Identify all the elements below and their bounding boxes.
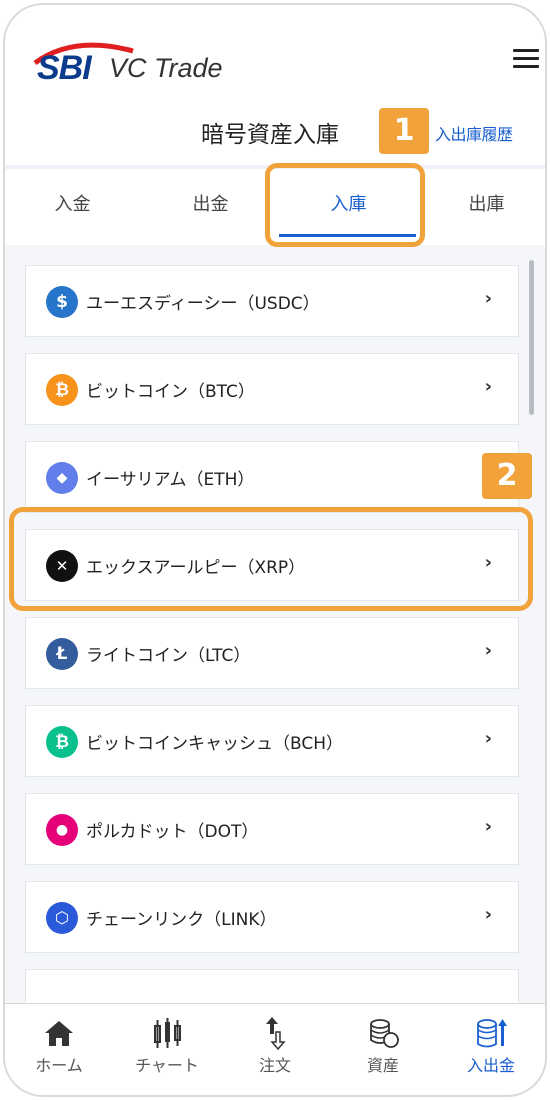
tab-deposit[interactable]: 入金 bbox=[5, 169, 140, 241]
coin-name: ビットコインキャッシュ（BCH） bbox=[86, 734, 344, 754]
list-item-link[interactable]: ⬡ チェーンリンク（LINK） › bbox=[25, 881, 519, 953]
history-link[interactable]: 入出庫履歴 bbox=[435, 121, 513, 145]
logo-vc-text: VC Trade bbox=[109, 53, 223, 83]
list-item-usdc[interactable]: $ ユーエスディーシー（USDC） › bbox=[25, 265, 519, 337]
chevron-right-icon: › bbox=[484, 728, 492, 749]
page-title: 暗号資産入庫 bbox=[201, 122, 339, 148]
hamburger-menu-icon[interactable] bbox=[513, 49, 539, 69]
litecoin-icon: Ł bbox=[46, 638, 78, 670]
coin-name: ユーエスディーシー（USDC） bbox=[86, 294, 320, 314]
order-icon bbox=[266, 1017, 286, 1050]
chainlink-icon: ⬡ bbox=[46, 902, 78, 934]
nav-deposit-withdraw[interactable]: 入出金 bbox=[437, 1004, 545, 1095]
chevron-right-icon: › bbox=[484, 288, 492, 309]
bottom-nav: ホーム チャート 注文 資産 入出金 bbox=[5, 1003, 545, 1095]
scrollbar[interactable] bbox=[529, 260, 534, 415]
bitcoin-cash-icon: ₿ bbox=[46, 726, 78, 758]
coin-name: イーサリアム（ETH） bbox=[86, 470, 255, 490]
list-item-dot[interactable]: ● ポルカドット（DOT） › bbox=[25, 793, 519, 865]
nav-label: 入出金 bbox=[466, 1056, 515, 1075]
nav-label: 資産 bbox=[366, 1056, 399, 1075]
usdc-icon: $ bbox=[46, 286, 78, 318]
chevron-right-icon: › bbox=[484, 904, 492, 925]
xrp-highlight-frame bbox=[9, 507, 533, 611]
list-item-btc[interactable]: ₿ ビットコイン（BTC） › bbox=[25, 353, 519, 425]
coin-name: ビットコイン（BTC） bbox=[86, 382, 255, 402]
chart-icon bbox=[154, 1018, 181, 1048]
list-item-partial[interactable] bbox=[25, 969, 519, 1003]
tab-crypto-withdraw[interactable]: 出庫 bbox=[419, 169, 545, 241]
nav-label: 注文 bbox=[258, 1056, 291, 1075]
nav-order[interactable]: 注文 bbox=[221, 1004, 329, 1095]
sbi-vc-trade-logo[interactable]: SBI VC Trade bbox=[33, 39, 243, 89]
home-icon bbox=[45, 1021, 73, 1046]
list-item-eth[interactable]: ◆ イーサリアム（ETH） bbox=[25, 441, 519, 513]
annotation-badge-2: 2 bbox=[482, 453, 532, 499]
assets-icon bbox=[370, 1019, 399, 1048]
nav-home[interactable]: ホーム bbox=[5, 1004, 113, 1095]
coin-name: ポルカドット（DOT） bbox=[86, 822, 259, 842]
chevron-right-icon: › bbox=[484, 376, 492, 397]
nav-chart[interactable]: チャート bbox=[113, 1004, 221, 1095]
polkadot-icon: ● bbox=[46, 814, 78, 846]
list-item-ltc[interactable]: Ł ライトコイン（LTC） › bbox=[25, 617, 519, 689]
coin-list: $ ユーエスディーシー（USDC） › ₿ ビットコイン（BTC） › ◆ イー… bbox=[5, 245, 545, 1003]
ethereum-icon: ◆ bbox=[46, 462, 78, 494]
deposit-withdraw-icon bbox=[477, 1019, 507, 1048]
chevron-right-icon: › bbox=[484, 640, 492, 661]
nav-assets[interactable]: 資産 bbox=[329, 1004, 437, 1095]
nav-label: ホーム bbox=[35, 1056, 83, 1075]
chevron-right-icon: › bbox=[484, 816, 492, 837]
tab-withdraw[interactable]: 出金 bbox=[143, 169, 278, 241]
bitcoin-icon: ₿ bbox=[46, 374, 78, 406]
list-item-bch[interactable]: ₿ ビットコインキャッシュ（BCH） › bbox=[25, 705, 519, 777]
nav-label: チャート bbox=[135, 1056, 199, 1075]
coin-name: チェーンリンク（LINK） bbox=[86, 910, 277, 930]
annotation-badge-1: 1 bbox=[379, 108, 429, 154]
logo-sbi-text: SBI bbox=[37, 49, 92, 87]
tab-highlight-frame bbox=[265, 163, 425, 247]
phone-frame: SBI VC Trade 暗号資産入庫 1 入出庫履歴 入金 出金 入庫 出庫 … bbox=[3, 3, 547, 1097]
coin-name: ライトコイン（LTC） bbox=[86, 646, 251, 666]
